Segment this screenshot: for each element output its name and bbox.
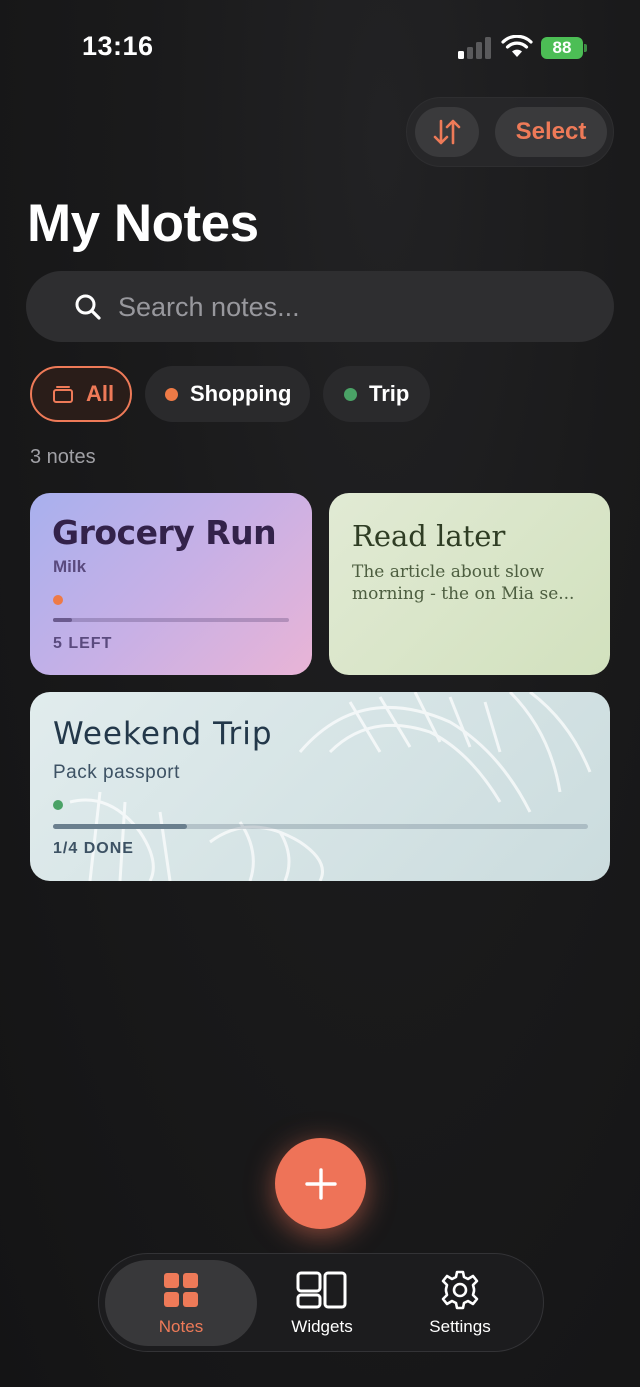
filter-chip-label: Trip xyxy=(369,381,410,406)
note-card-grocery-run[interactable]: Grocery Run Milk 5 LEFT xyxy=(30,493,312,675)
select-button[interactable]: Select xyxy=(495,107,607,157)
add-note-button[interactable] xyxy=(275,1138,366,1229)
battery-icon: 88 xyxy=(541,37,587,59)
widgets-icon xyxy=(296,1271,347,1309)
tab-notes[interactable]: Notes xyxy=(105,1260,257,1346)
tab-bar: Notes Widgets Settings xyxy=(98,1253,544,1352)
shopping-color-dot xyxy=(165,387,178,401)
note-card-weekend-trip[interactable]: Weekend Trip Pack passport 1/4 DONE xyxy=(30,692,610,881)
note-tag-dot xyxy=(53,800,63,810)
notes-count: 3 notes xyxy=(30,446,96,468)
grid-icon xyxy=(164,1273,198,1307)
search-icon xyxy=(75,294,101,320)
plus-icon xyxy=(304,1167,337,1200)
tab-widgets[interactable]: Widgets xyxy=(259,1260,385,1346)
note-progress-bar xyxy=(53,618,289,622)
note-card-read-later[interactable]: Read later The article about slow mornin… xyxy=(329,493,610,675)
status-time: 13:16 xyxy=(82,31,154,61)
filter-chip-label: All xyxy=(86,381,115,406)
trip-color-dot xyxy=(344,387,357,401)
note-subtitle: Milk xyxy=(53,557,87,576)
tab-label: Widgets xyxy=(291,1317,353,1336)
note-progress-bar xyxy=(53,824,588,829)
tab-label: Settings xyxy=(429,1317,491,1336)
filter-chip-label: Shopping xyxy=(190,381,292,406)
search-input[interactable] xyxy=(118,289,588,325)
cellular-signal-icon xyxy=(458,37,492,59)
note-subtitle: Pack passport xyxy=(53,762,180,783)
tab-settings[interactable]: Settings xyxy=(389,1260,531,1346)
gear-icon xyxy=(441,1270,479,1310)
note-progress-fill xyxy=(53,618,72,622)
top-toolbar: Select xyxy=(406,97,614,167)
battery-level: 88 xyxy=(541,37,583,59)
sort-button[interactable] xyxy=(415,107,479,157)
filter-chip-shopping[interactable]: Shopping xyxy=(145,366,310,422)
note-tag-dot xyxy=(53,595,63,605)
wifi-icon xyxy=(501,35,533,57)
note-preview: The article about slow morning - the on … xyxy=(352,562,575,604)
note-title: Grocery Run xyxy=(52,513,277,552)
page-title: My Notes xyxy=(27,194,259,253)
filter-chip-all[interactable]: All xyxy=(30,366,132,422)
status-bar: 13:16 88 xyxy=(0,0,640,96)
filter-chip-trip[interactable]: Trip xyxy=(323,366,430,422)
note-status: 1/4 DONE xyxy=(53,840,134,857)
note-title: Weekend Trip xyxy=(53,716,273,752)
search-bar[interactable] xyxy=(26,271,614,342)
note-progress-fill xyxy=(53,824,187,829)
note-status: 5 LEFT xyxy=(53,635,113,652)
folder-icon xyxy=(53,386,73,403)
sort-arrows-icon xyxy=(433,119,461,145)
tab-label: Notes xyxy=(158,1317,204,1336)
note-title: Read later xyxy=(352,519,506,553)
